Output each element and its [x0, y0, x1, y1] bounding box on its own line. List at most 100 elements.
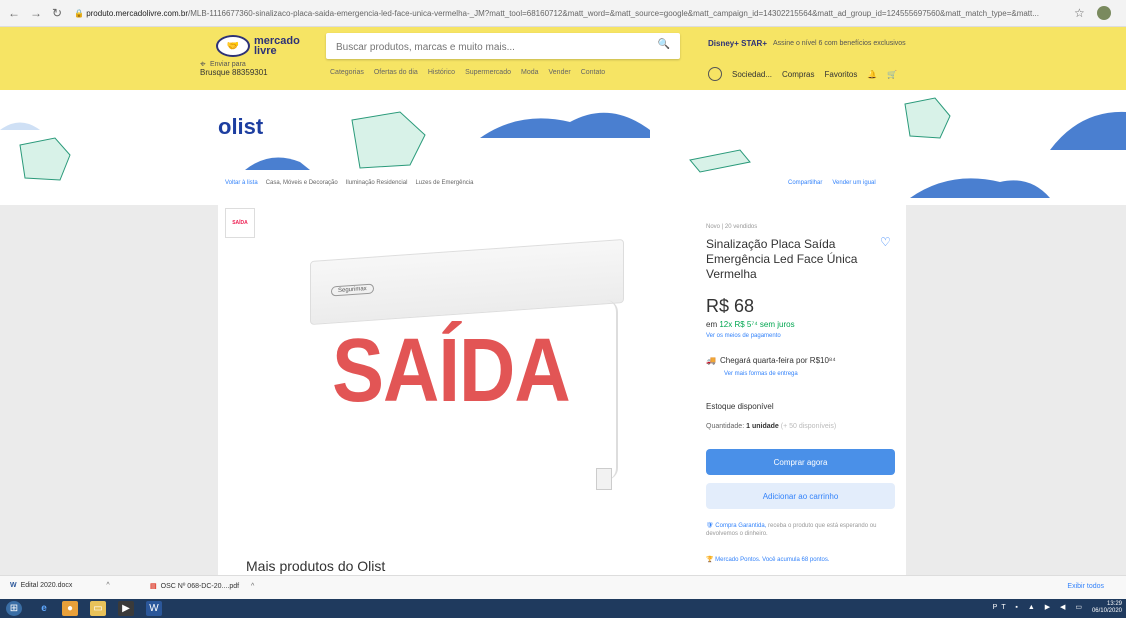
download-item[interactable]: W Edital 2020.docx ^ [10, 582, 110, 589]
points-text[interactable]: Mercado Pontos. Você acumula 68 pontos. [715, 557, 829, 563]
site-header: 🤝 mercado livre 🔍 Disney+ STAR+ Assine o… [0, 27, 1126, 90]
power-cable [598, 300, 618, 480]
shield-icon: 🛡 [706, 523, 716, 529]
disney-promo[interactable]: Disney+ STAR+ Assine o nível 6 com benef… [708, 39, 906, 48]
breadcrumb: Voltar à lista Casa, Móveis e Decoração … [225, 180, 473, 186]
favorites-link[interactable]: Favoritos [824, 70, 857, 79]
browser-nav: ← → ↻ [0, 6, 74, 20]
installments-prefix: em [706, 320, 718, 329]
payment-methods-link[interactable]: Ver os meios de pagamento [706, 333, 781, 339]
nav-categorias[interactable]: Categorias [330, 69, 364, 76]
cloud-shape [480, 112, 650, 138]
add-to-cart-button[interactable]: Adicionar ao carrinho [706, 483, 895, 509]
purchase-protection: 🛡 Compra Garantida, receba o produto que… [706, 522, 896, 538]
disney-logo: Disney+ STAR+ [708, 39, 767, 48]
cloud-shape [0, 122, 40, 130]
download-item[interactable]: ▤ OSC Nº 068-DC-20....pdf ^ [150, 582, 254, 591]
breadcrumb-item[interactable]: Iluminação Residencial [346, 180, 408, 186]
address-bar[interactable]: 🔒 produto.mercadolivre.com.br/MLB-111667… [74, 9, 1064, 18]
media-player-icon[interactable]: ▶ [118, 601, 134, 616]
lock-icon: 🔒 [74, 8, 87, 18]
start-button[interactable]: ⊞ [6, 601, 22, 616]
account-name[interactable]: Sociedad... [732, 70, 772, 79]
breadcrumb-actions: Compartilhar Vender um igual [788, 180, 876, 186]
bell-icon[interactable]: 🔔 [867, 70, 877, 79]
clock[interactable]: 13:29 06/10/2020 [1092, 601, 1122, 615]
installments: em 12x R$ 5⁷⁴ sem juros [706, 320, 795, 329]
shipping-location[interactable]: ⌖ Enviar para Brusque 88359301 [200, 60, 268, 78]
search-input[interactable] [326, 33, 658, 61]
nav-supermercado[interactable]: Supermercado [465, 69, 511, 76]
product-condition: Novo | 20 vendidos [706, 224, 758, 230]
chevron-up-icon[interactable]: ^ [251, 583, 254, 590]
system-tray[interactable]: PT ▪ ▲ ▶ ◀ ▭ [993, 603, 1086, 611]
nav-moda[interactable]: Moda [521, 69, 539, 76]
tray-lang: PT [992, 604, 1010, 611]
nav-historico[interactable]: Histórico [428, 69, 455, 76]
pdf-icon: ▤ [150, 583, 157, 590]
word-icon: W [10, 582, 17, 589]
protection-link[interactable]: Compra Garantida, [715, 523, 766, 529]
forward-icon[interactable]: → [30, 6, 42, 20]
browser-toolbar: ← → ↻ 🔒 produto.mercadolivre.com.br/MLB-… [0, 0, 1126, 27]
ie-icon[interactable]: e [36, 601, 52, 616]
clock-date: 06/10/2020 [1091, 608, 1122, 614]
cart-icon[interactable]: 🛒 [887, 70, 897, 79]
user-avatar-icon [708, 67, 722, 81]
fixture-brand: Segurimax [331, 283, 374, 297]
search-box[interactable]: 🔍 [326, 33, 680, 61]
downloads-bar: W Edital 2020.docx ^ ▤ OSC Nº 068-DC-20.… [0, 575, 1126, 600]
power-plug [596, 468, 612, 490]
show-all-downloads[interactable]: Exibir todos [1067, 583, 1104, 590]
buy-now-button[interactable]: Comprar agora [706, 449, 895, 475]
profile-avatar[interactable] [1096, 6, 1111, 20]
store-logo[interactable]: olist [218, 114, 263, 140]
chevron-up-icon[interactable]: ^ [106, 582, 109, 589]
nav-ofertas[interactable]: Ofertas do dia [374, 69, 418, 76]
breadcrumb-item[interactable]: Casa, Móveis e Decoração [266, 180, 338, 186]
nav-contato[interactable]: Contato [581, 69, 606, 76]
search-icon[interactable]: 🔍 [658, 39, 670, 50]
chrome-icon[interactable]: ● [62, 601, 78, 616]
account-nav: Sociedad... Compras Favoritos 🔔 🛒 [708, 67, 897, 81]
quantity-label: Quantidade: [706, 423, 745, 430]
heart-icon[interactable]: ♡ [880, 235, 891, 249]
cloud-shape [245, 157, 310, 170]
logo-text: mercado livre [254, 35, 300, 57]
cep-value: Brusque 88359301 [200, 68, 268, 77]
shipping-text: Chegará quarta-feira por R$10⁸⁴ [719, 356, 836, 365]
banner-illustration [0, 97, 1126, 198]
share-link[interactable]: Compartilhar [788, 180, 822, 186]
word-icon[interactable]: W [146, 601, 162, 616]
more-products-heading: Mais produtos do Olist [246, 558, 386, 574]
back-to-list-link[interactable]: Voltar à lista [225, 180, 258, 186]
quantity-available: (+ 50 disponíveis) [780, 423, 837, 430]
cloud-shape [910, 178, 1050, 198]
points-info: 🏆 Mercado Pontos. Você acumula 68 pontos… [706, 556, 830, 563]
reload-icon[interactable]: ↻ [52, 6, 62, 20]
star-icon[interactable]: ☆ [1074, 6, 1085, 20]
category-nav: Categorias Ofertas do dia Histórico Supe… [330, 69, 605, 76]
nav-vender[interactable]: Vender [549, 69, 571, 76]
purchases-link[interactable]: Compras [782, 70, 814, 79]
quantity-selector[interactable]: Quantidade: 1 unidade (+ 50 disponíveis) [706, 423, 836, 430]
stock-status: Estoque disponível [706, 402, 774, 411]
product-thumbnail[interactable]: SAÍDA [225, 208, 255, 238]
sell-similar-link[interactable]: Vender um igual [832, 180, 875, 186]
windows-taskbar: ⊞ e ● ▭ ▶ W PT ▪ ▲ ▶ ◀ ▭ 13:29 06/10/202… [0, 599, 1126, 618]
installments-value: 12x R$ 5⁷⁴ sem juros [719, 320, 795, 329]
clock-time: 13:29 [1106, 601, 1122, 607]
download-name: Edital 2020.docx [20, 582, 73, 589]
quantity-value[interactable]: 1 unidade [746, 423, 779, 430]
product-title: Sinalização Placa Saída Emergência Led F… [706, 237, 858, 281]
mercadolivre-logo[interactable]: 🤝 mercado livre [216, 35, 300, 57]
back-icon[interactable]: ← [8, 6, 20, 20]
shipping-options-link[interactable]: Ver mais formas de entrega [724, 371, 798, 377]
shipping-info: 🚚 Chegará quarta-feira por R$10⁸⁴ [706, 356, 836, 365]
folder-icon[interactable]: ▭ [90, 601, 106, 616]
cloud-shape [1050, 111, 1126, 150]
download-name: OSC Nº 068-DC-20....pdf [160, 582, 240, 590]
breadcrumb-item[interactable]: Luzes de Emergência [415, 180, 473, 186]
store-banner: olist [0, 90, 1126, 205]
trophy-icon: 🏆 [706, 557, 716, 563]
